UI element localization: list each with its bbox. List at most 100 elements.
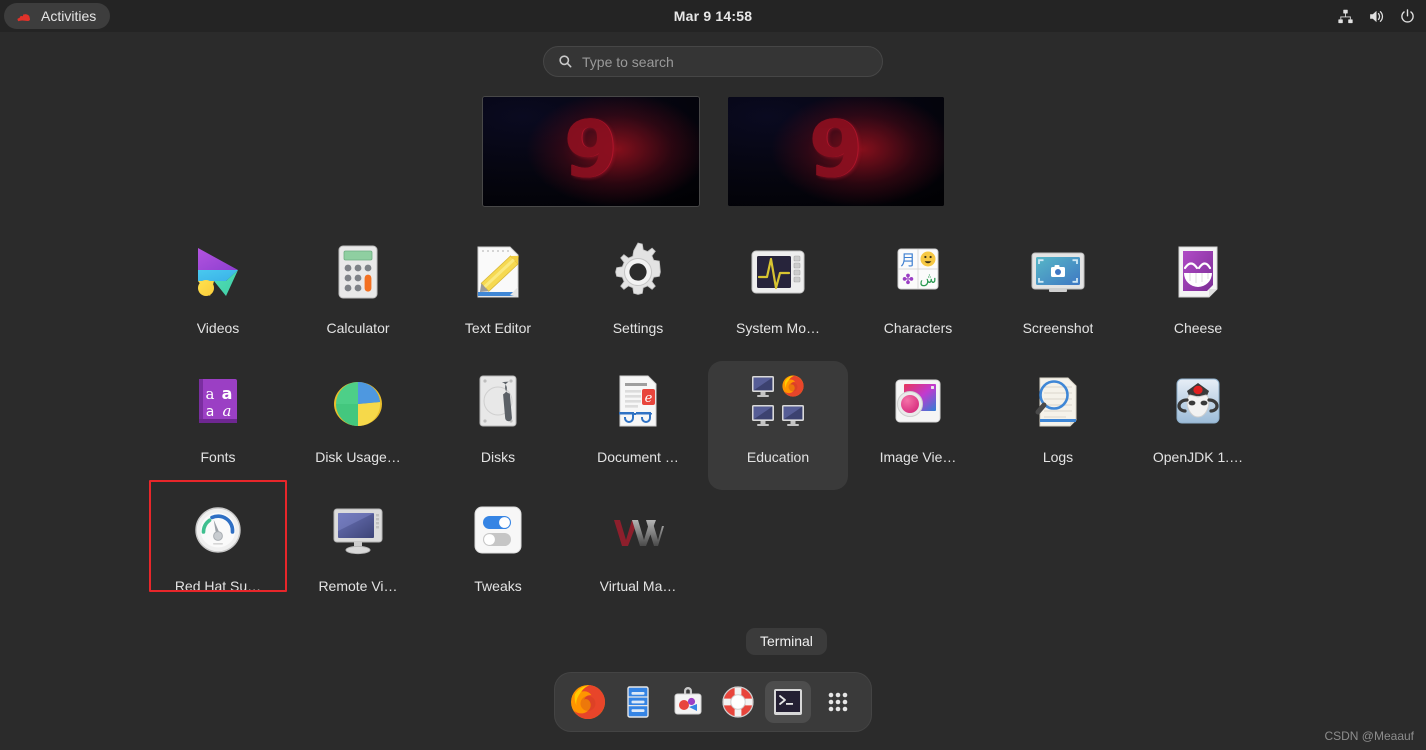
tooltip: Terminal (746, 628, 827, 655)
app-item-virtual-machine-manager[interactable]: Virtual Ma… (568, 490, 708, 619)
app-item-tweaks[interactable]: Tweaks (428, 490, 568, 619)
app-item-calculator[interactable]: Calculator (288, 232, 428, 361)
virtual-machine-manager-icon (606, 498, 670, 562)
dock-item-terminal[interactable] (765, 681, 811, 723)
app-item-openjdk[interactable]: OpenJDK 1.… (1128, 361, 1268, 490)
app-item-videos[interactable]: Videos (148, 232, 288, 361)
dock-item-firefox[interactable] (565, 681, 611, 723)
app-label: Disks (480, 449, 516, 465)
watermark: CSDN @Meaauf (1324, 729, 1414, 743)
terminal-icon (770, 684, 806, 720)
app-label: Videos (196, 320, 240, 336)
workspace-thumbnails: 9 9 (0, 96, 1426, 207)
search-input[interactable]: Type to search (543, 46, 883, 77)
svg-text:e: e (645, 391, 653, 406)
workspace-thumbnail-2[interactable]: 9 (727, 97, 944, 206)
calculator-icon (326, 240, 390, 304)
app-label: Fonts (200, 449, 236, 465)
videos-icon (186, 240, 250, 304)
search-placeholder: Type to search (582, 53, 674, 70)
app-label: Remote Vi… (318, 578, 398, 594)
app-item-settings[interactable]: Settings (568, 232, 708, 361)
text-editor-icon (466, 240, 530, 304)
app-label: Red Hat Su… (174, 578, 262, 594)
svg-text:月: 月 (900, 251, 915, 269)
app-label: Logs (1042, 449, 1074, 465)
svg-text:ش: ش (919, 271, 936, 287)
logs-icon (1026, 369, 1090, 433)
dock-item-help[interactable] (715, 681, 761, 723)
screenshot-icon (1026, 240, 1090, 304)
app-label: Image Vie… (879, 449, 957, 465)
app-item-text-editor[interactable]: Text Editor (428, 232, 568, 361)
remote-viewer-icon (326, 498, 390, 562)
activities-button[interactable]: Activities (4, 3, 111, 29)
tooltip-label: Terminal (760, 633, 813, 649)
svg-text:a: a (206, 404, 215, 420)
activities-label: Activities (41, 7, 97, 24)
svg-text:a: a (223, 402, 232, 420)
workspace-thumbnail-1[interactable]: 9 (481, 96, 700, 207)
app-label: Characters (883, 320, 953, 336)
app-grid-row: a a a a Fonts Disk Usage… Disks e Docume… (0, 361, 1426, 490)
top-bar: Activities Mar 9 14:58 (0, 0, 1426, 32)
education-folder-icon (746, 369, 810, 433)
dock-item-files[interactable] (615, 681, 661, 723)
app-item-disk-usage[interactable]: Disk Usage… (288, 361, 428, 490)
app-item-cheese[interactable]: Cheese (1128, 232, 1268, 361)
app-item-image-viewer[interactable]: Image Vie… (848, 361, 988, 490)
svg-text:a: a (222, 384, 233, 403)
app-grid-icon (820, 684, 856, 720)
workspace-wallpaper-label: 9 (563, 104, 618, 195)
app-item-logs[interactable]: Logs (988, 361, 1128, 490)
app-grid-row: Red Hat Su… Remote Vi… Tweaks Virtual Ma… (0, 480, 1426, 619)
clock-label[interactable]: Mar 9 14:58 (674, 8, 752, 24)
app-item-remote-viewer[interactable]: Remote Vi… (288, 490, 428, 619)
search-icon (558, 54, 573, 69)
app-label: Virtual Ma… (599, 578, 677, 594)
svg-text:a: a (206, 385, 215, 403)
dock (554, 672, 872, 732)
search-container: Type to search (0, 46, 1426, 77)
fonts-icon: a a a a (186, 369, 250, 433)
tweaks-icon (466, 498, 530, 562)
network-icon[interactable] (1337, 8, 1354, 25)
software-icon (670, 684, 706, 720)
power-icon[interactable] (1399, 8, 1416, 25)
app-item-screenshot[interactable]: Screenshot (988, 232, 1128, 361)
watermark-label: CSDN @Meaauf (1324, 729, 1414, 743)
system-monitor-icon (746, 240, 810, 304)
svg-text:✤: ✤ (902, 272, 914, 288)
app-grid: Videos Calculator Text Editor Settings S… (0, 232, 1426, 619)
volume-icon[interactable] (1368, 8, 1385, 25)
app-item-fonts[interactable]: a a a a Fonts (148, 361, 288, 490)
help-lifebuoy-icon (720, 684, 756, 720)
clock: Mar 9 14:58 (0, 0, 1426, 32)
image-viewer-icon (886, 369, 950, 433)
app-label: Calculator (326, 320, 390, 336)
app-item-disks[interactable]: Disks (428, 361, 568, 490)
app-item-document-viewer[interactable]: e Document … (568, 361, 708, 490)
files-icon (620, 684, 656, 720)
app-item-redhat-subscription[interactable]: Red Hat Su… (148, 480, 288, 619)
app-label: Disk Usage… (315, 449, 401, 465)
disk-usage-icon (326, 369, 390, 433)
status-area[interactable] (1337, 0, 1416, 32)
firefox-icon (570, 684, 606, 720)
app-label: Screenshot (1022, 320, 1094, 336)
disks-icon (466, 369, 530, 433)
redhat-hat-icon (16, 10, 33, 22)
document-viewer-icon: e (606, 369, 670, 433)
app-item-education[interactable]: Education (708, 361, 848, 490)
app-label: Education (746, 449, 810, 465)
settings-gear-icon (606, 240, 670, 304)
dock-item-show-applications[interactable] (815, 681, 861, 723)
app-item-characters[interactable]: 月 ✤ ش Characters (848, 232, 988, 361)
dock-item-software[interactable] (665, 681, 711, 723)
openjdk-icon (1166, 369, 1230, 433)
app-item-system-monitor[interactable]: System Mo… (708, 232, 848, 361)
app-label: Settings (612, 320, 664, 336)
characters-icon: 月 ✤ ش (886, 240, 950, 304)
app-label: Text Editor (464, 320, 532, 336)
workspace-wallpaper-label: 9 (808, 104, 863, 195)
